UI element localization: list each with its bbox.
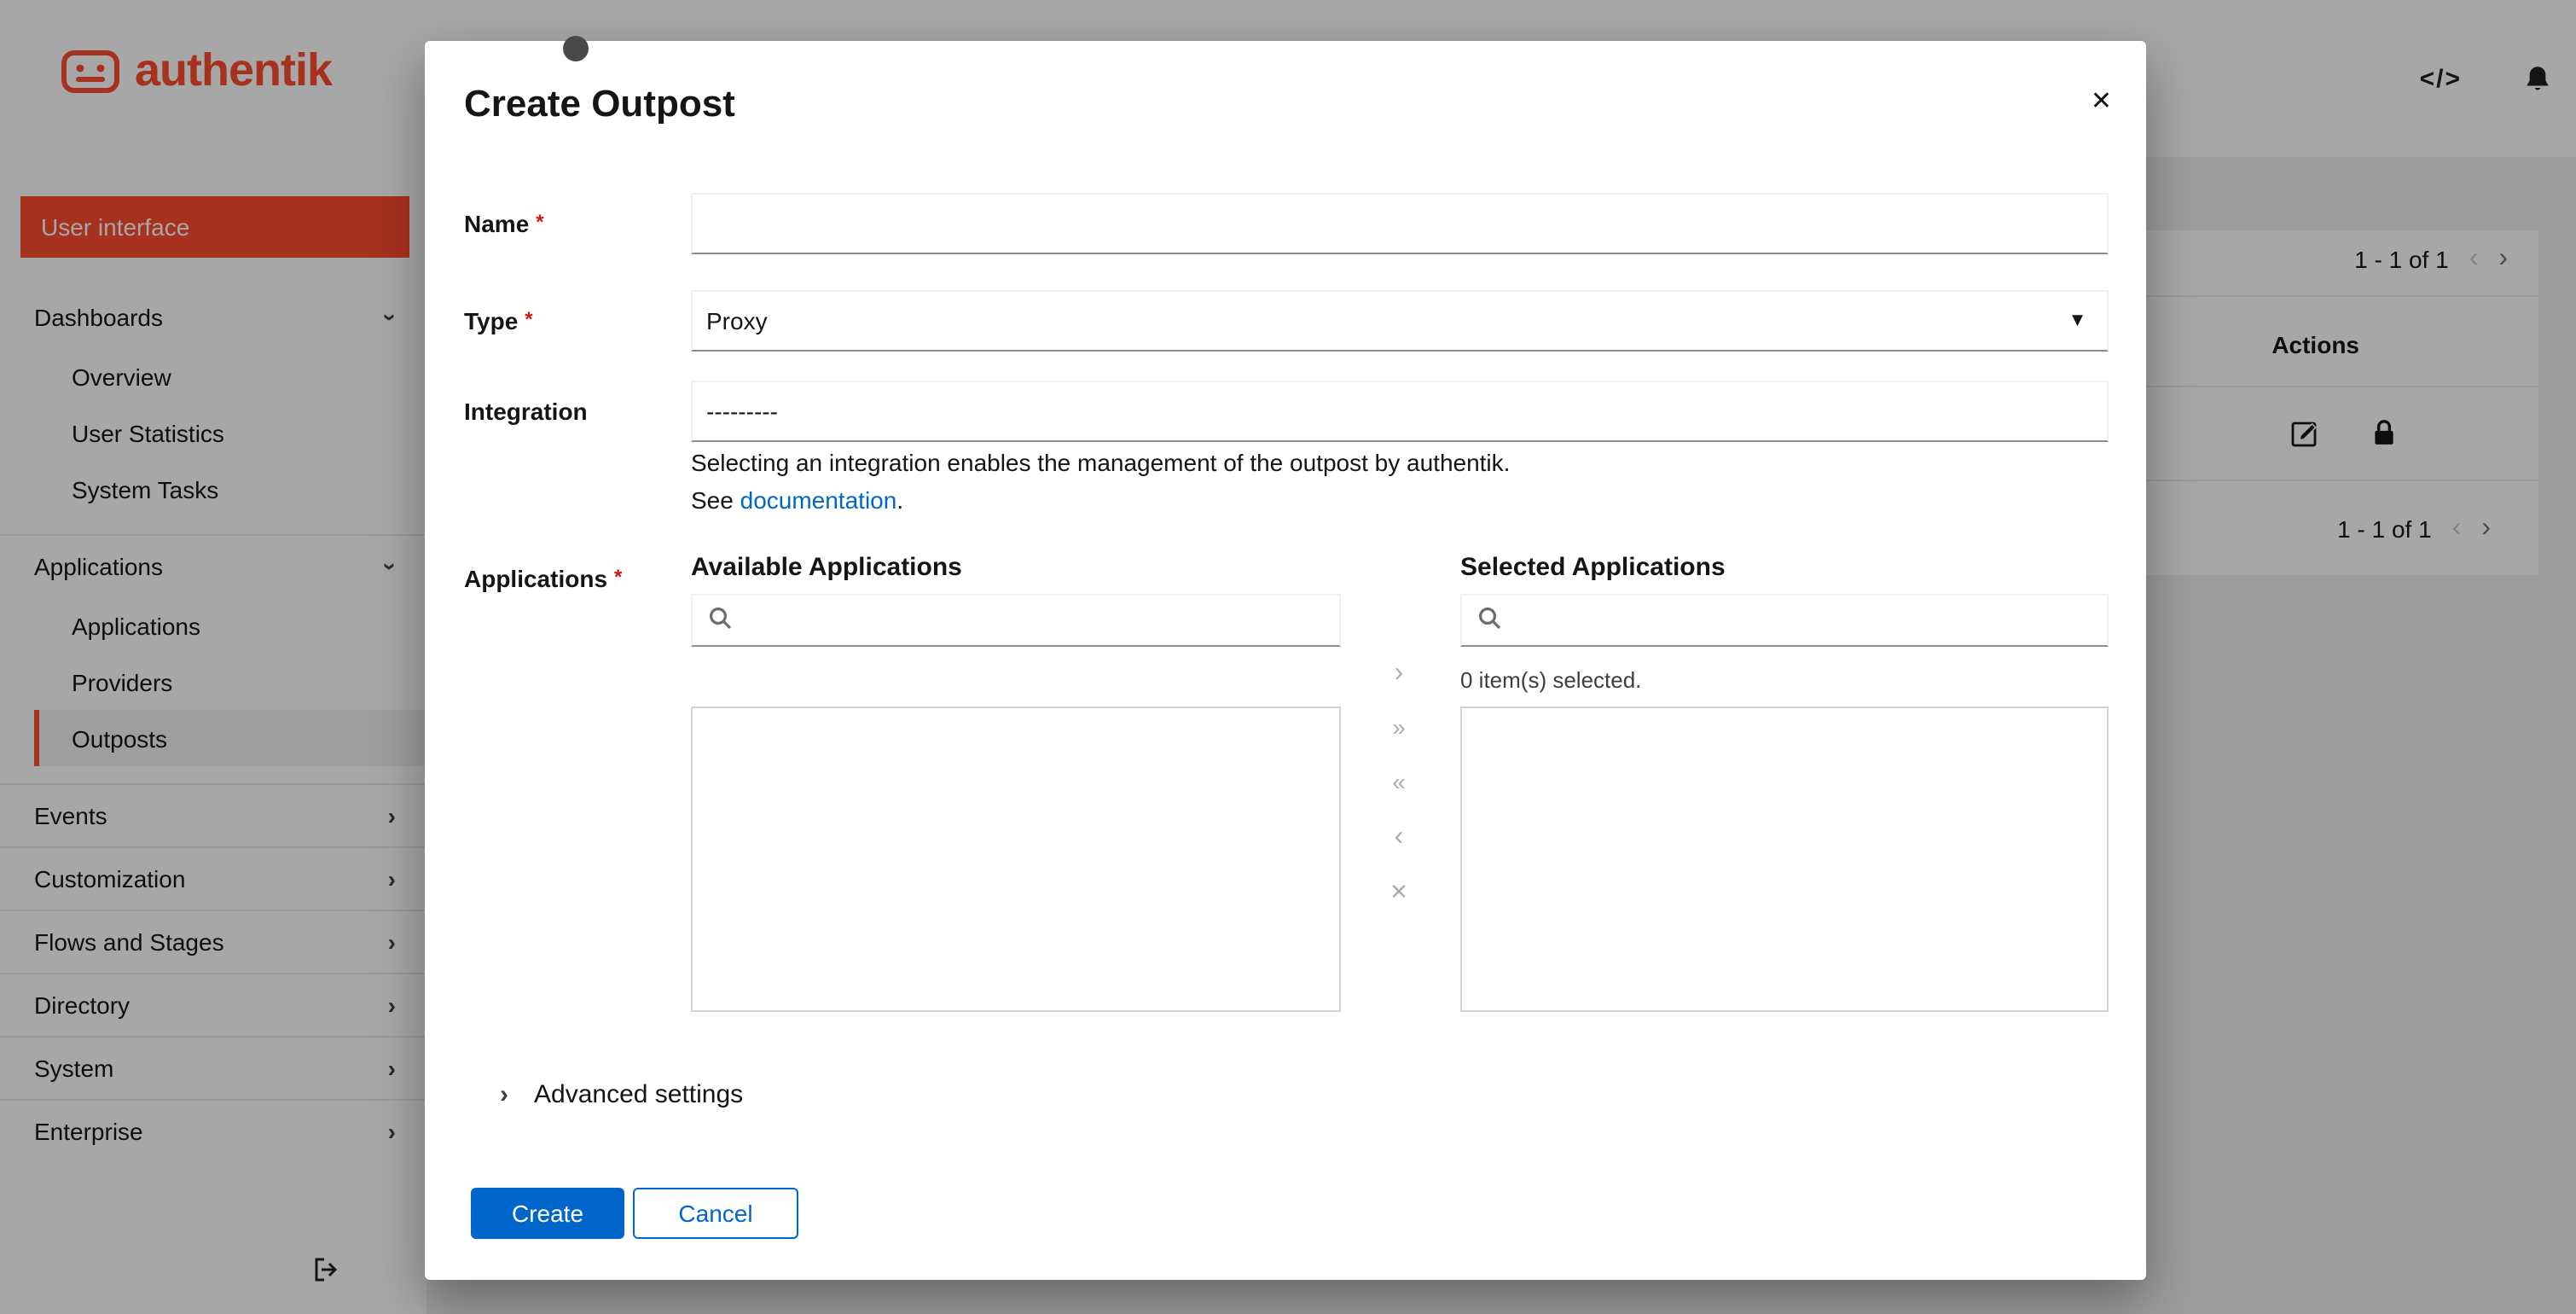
- remove-selected-icon[interactable]: ‹: [1395, 819, 1404, 855]
- applications-label-text: Applications: [464, 565, 608, 592]
- avatar-dot: [563, 36, 589, 61]
- type-label-text: Type: [464, 307, 519, 334]
- integration-select-value: ---------: [706, 398, 778, 425]
- applications-label: Applications *: [464, 565, 622, 592]
- required-marker: *: [536, 210, 544, 234]
- available-applications-list[interactable]: [691, 706, 1341, 1012]
- name-label-text: Name: [464, 210, 530, 237]
- selected-count-text: 0 item(s) selected.: [1460, 667, 1642, 693]
- available-search-input[interactable]: [744, 596, 1339, 645]
- name-label: Name *: [464, 210, 544, 237]
- modal-title: Create Outpost: [464, 82, 735, 125]
- available-applications-title: Available Applications: [691, 553, 962, 582]
- create-button[interactable]: Create: [471, 1188, 624, 1239]
- search-icon: [708, 606, 732, 635]
- add-selected-icon[interactable]: ›: [1395, 655, 1404, 691]
- add-all-icon[interactable]: »: [1392, 710, 1406, 746]
- selected-applications-list[interactable]: [1460, 706, 2109, 1012]
- selected-search-input[interactable]: [1513, 596, 2107, 645]
- integration-help-line2: See documentation.: [691, 481, 1510, 519]
- available-search: [691, 594, 1341, 647]
- required-marker: *: [525, 307, 533, 331]
- integration-select[interactable]: ---------: [691, 381, 2109, 442]
- type-label: Type *: [464, 307, 533, 334]
- help-see-text: See: [691, 486, 740, 514]
- required-marker: *: [614, 565, 623, 589]
- integration-label: Integration: [464, 398, 588, 425]
- documentation-link[interactable]: documentation: [740, 486, 897, 514]
- advanced-settings-toggle[interactable]: › Advanced settings: [500, 1080, 743, 1109]
- name-input[interactable]: [691, 193, 2109, 254]
- cancel-button[interactable]: Cancel: [633, 1188, 798, 1239]
- caret-down-icon: ▾: [2071, 305, 2083, 332]
- selected-search: [1460, 594, 2109, 647]
- clear-selection-icon[interactable]: ✕: [1390, 874, 1408, 910]
- remove-all-icon[interactable]: «: [1392, 765, 1406, 800]
- type-select[interactable]: Proxy ▾: [691, 290, 2109, 352]
- create-outpost-modal: Create Outpost ✕ Name * Type * Proxy ▾ Int…: [425, 36, 2146, 1280]
- selected-applications-title: Selected Applications: [1460, 553, 1726, 582]
- stage: </> 1 - 1 of 1 ‹ › Actions 1 - 1 of 1 ‹ …: [0, 0, 2576, 1314]
- close-icon[interactable]: ✕: [2091, 85, 2112, 116]
- chevron-right-icon: ›: [500, 1080, 508, 1109]
- help-period-text: .: [896, 486, 904, 514]
- integration-help-line1: Selecting an integration enables the man…: [691, 449, 1511, 476]
- type-select-value: Proxy: [706, 307, 768, 334]
- integration-help-text: Selecting an integration enables the man…: [691, 444, 1510, 519]
- integration-label-text: Integration: [464, 398, 588, 425]
- advanced-settings-label: Advanced settings: [534, 1080, 744, 1109]
- search-icon: [1477, 606, 1501, 635]
- transfer-controls: › » « ‹ ✕: [1377, 655, 1421, 910]
